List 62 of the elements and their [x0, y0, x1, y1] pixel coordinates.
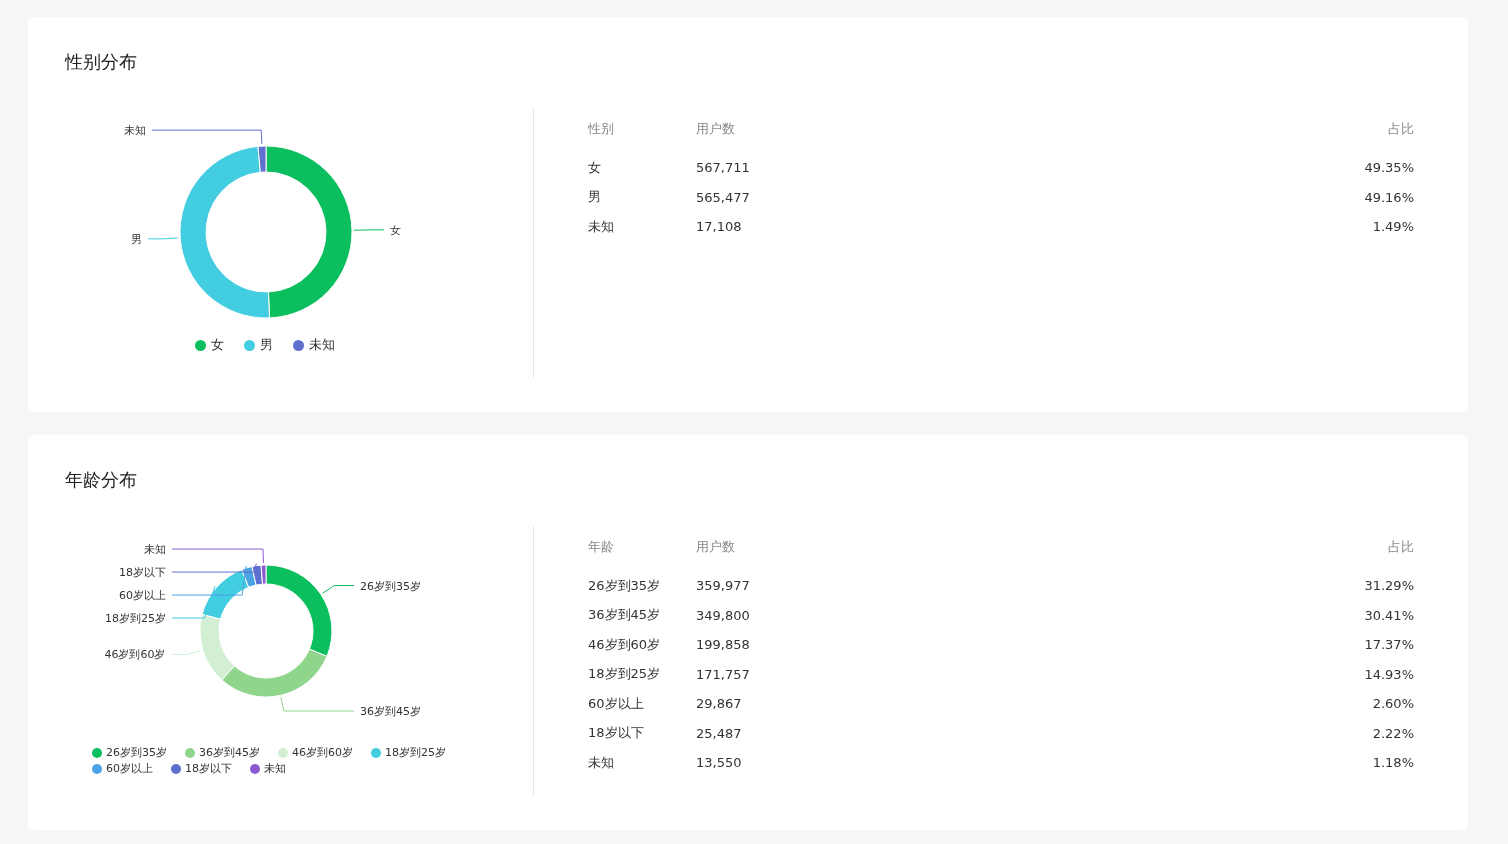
section-title: 年龄分布: [65, 469, 138, 491]
table-cell-text: 171,757: [696, 666, 751, 682]
table-cell-text: 女: [588, 158, 602, 177]
legend-label: 男: [260, 338, 273, 352]
legend-label: 26岁到35岁: [106, 746, 167, 760]
legend-label: 未知: [309, 338, 335, 352]
table-cell-text: 18岁以下: [588, 724, 645, 743]
table-cell-text: 29,867: [696, 696, 743, 712]
table-cell-text: 1.49%: [1371, 219, 1414, 235]
table-cell-text: 60岁以上: [588, 694, 645, 713]
table-cell-text: 199,858: [696, 637, 751, 653]
slice-label: 36岁到45岁: [360, 705, 421, 718]
slice-label: 女: [390, 223, 401, 237]
table-cell-text: 49.16%: [1363, 189, 1414, 205]
table-cell-text: 1.18%: [1371, 755, 1414, 771]
table-cell-text: 未知: [588, 217, 615, 236]
legend-label: 女: [211, 338, 224, 352]
slice-label: 未知: [144, 543, 166, 557]
table-cell-text: 17,108: [696, 219, 743, 235]
legend-label: 36岁到45岁: [199, 746, 260, 760]
table-cell-text: 30.41%: [1363, 607, 1414, 623]
table-cell-text: 46岁到60岁: [588, 635, 662, 654]
column-header: 占比: [1387, 119, 1414, 138]
legend-label: 18岁到25岁: [385, 746, 446, 760]
legend-label: 60岁以上: [106, 762, 153, 776]
column-header: 性别: [588, 119, 615, 138]
table-cell-text: 36岁到45岁: [588, 606, 662, 625]
table-cell-text: 349,800: [696, 607, 751, 623]
table-cell-text: 18岁到25岁: [588, 665, 662, 684]
column-header: 占比: [1387, 537, 1414, 556]
slice-label: 26岁到35岁: [360, 579, 421, 593]
table-cell-text: 567,711: [696, 160, 751, 176]
table-cell-text: 男: [588, 188, 602, 207]
table-cell-text: 2.60%: [1371, 696, 1414, 712]
legend-label: 46岁到60岁: [292, 746, 353, 760]
column-header: 用户数: [696, 119, 736, 138]
table-cell-text: 未知: [588, 753, 615, 772]
slice-label: 18岁到25岁: [105, 612, 166, 626]
slice-label: 60岁以上: [119, 589, 166, 603]
table-cell-text: 26岁到35岁: [588, 576, 662, 595]
slice-label: 男: [131, 232, 143, 246]
legend-label: 未知: [264, 762, 286, 776]
table-cell-text: 14.93%: [1363, 666, 1414, 682]
table-cell-text: 565,477: [696, 189, 751, 205]
slice-label: 46岁到60岁: [104, 648, 166, 662]
leader-line: [170, 649, 202, 655]
section-title: 性别分布: [65, 51, 138, 73]
column-header: 年龄: [588, 537, 615, 556]
legend-label: 18岁以下: [185, 762, 232, 776]
table-cell-text: 13,550: [696, 755, 743, 771]
table-cell-text: 2.22%: [1371, 725, 1414, 741]
leader-line: [353, 229, 385, 231]
table-cell-text: 25,487: [696, 725, 743, 741]
table-cell-text: 17.37%: [1363, 637, 1414, 653]
table-cell-text: 49.35%: [1363, 160, 1414, 176]
column-header: 用户数: [696, 537, 736, 556]
leader-line: [322, 585, 355, 594]
table-cell-text: 31.29%: [1363, 578, 1414, 594]
slice-label: 未知: [124, 124, 146, 138]
table-cell-text: 359,977: [696, 578, 751, 594]
leader-line: [147, 237, 179, 240]
slice-label: 18岁以下: [119, 566, 166, 580]
